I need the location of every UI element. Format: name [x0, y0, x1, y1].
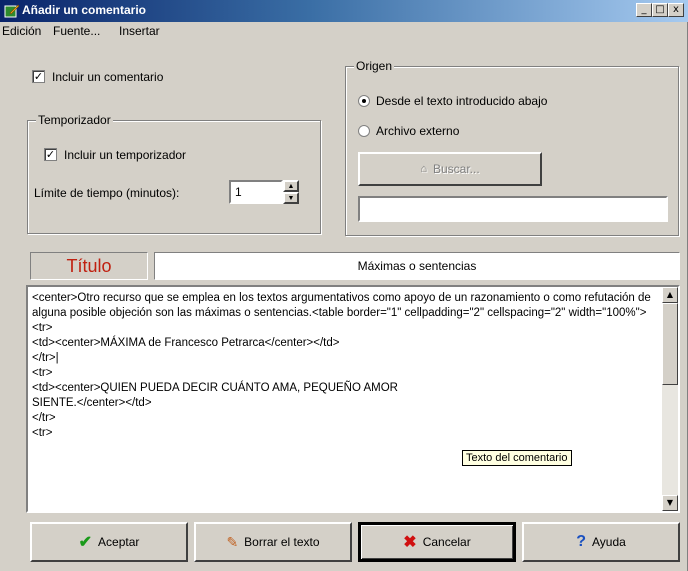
radio-text-source[interactable] — [358, 95, 370, 107]
folder-icon: ⌂ — [420, 163, 427, 175]
cancel-button-label: Cancelar — [422, 535, 471, 549]
radio-text-source-label: Desde el texto introducido abajo — [376, 94, 548, 108]
scroll-thumb[interactable] — [662, 303, 678, 385]
include-comment-label: Incluir un comentario — [52, 70, 164, 84]
close-button[interactable]: x — [668, 3, 684, 17]
scroll-down-arrow-icon[interactable]: ▼ — [662, 495, 678, 511]
timer-group-label: Temporizador — [36, 113, 113, 127]
browse-button[interactable]: ⌂ Buscar... — [358, 152, 542, 186]
include-timer-checkbox[interactable]: ✓ — [44, 148, 57, 161]
file-path-input[interactable] — [358, 196, 668, 222]
title-bar[interactable]: Añadir un comentario _ □ x — [0, 0, 688, 22]
comment-textarea[interactable]: <center>Otro recurso que se emplea en lo… — [26, 285, 680, 513]
eraser-icon: ✎ — [226, 533, 239, 550]
menu-edicion[interactable]: Edición — [2, 24, 41, 38]
include-timer-label: Incluir un temporizador — [64, 148, 187, 162]
clear-text-button-label: Borrar el texto — [244, 535, 320, 549]
checkmark-icon: ✔ — [78, 534, 93, 551]
comment-tooltip: Texto del comentario — [462, 450, 572, 466]
comment-text: <center>Otro recurso que se emplea en lo… — [32, 292, 651, 439]
include-comment-checkbox[interactable]: ✓ — [32, 70, 45, 83]
scroll-up-arrow-icon[interactable]: ▲ — [662, 287, 678, 303]
vertical-scrollbar[interactable]: ▲ ▼ — [662, 287, 678, 511]
origin-group-label: Origen — [354, 59, 395, 73]
radio-file-source[interactable] — [358, 125, 370, 137]
time-limit-spinner[interactable]: 1 — [229, 180, 283, 204]
maximize-button[interactable]: □ — [652, 3, 668, 17]
menu-bar: Edición Fuente... Insertar — [0, 22, 688, 40]
help-button-label: Ayuda — [591, 535, 626, 549]
spinner-down-button[interactable]: ▼ — [283, 192, 299, 204]
spinner-up-button[interactable]: ▲ — [283, 180, 299, 192]
clear-text-button[interactable]: ✎ Borrar el texto — [194, 522, 352, 562]
cross-icon: ✖ — [403, 534, 417, 551]
accept-button[interactable]: ✔ Aceptar — [30, 522, 188, 562]
window-title: Añadir un comentario — [22, 3, 147, 17]
help-button[interactable]: ? Ayuda — [522, 522, 680, 562]
menu-insertar[interactable]: Insertar — [119, 24, 160, 38]
browse-button-label: Buscar... — [432, 162, 480, 176]
title-label: Título — [30, 252, 148, 280]
minimize-button[interactable]: _ — [636, 3, 652, 17]
timer-group: Temporizador — [27, 113, 321, 234]
app-pencil-icon — [4, 4, 20, 18]
time-limit-value: 1 — [235, 185, 242, 199]
radio-file-source-label: Archivo externo — [376, 124, 460, 138]
accept-button-label: Aceptar — [98, 535, 140, 549]
add-comment-dialog: Añadir un comentario _ □ x Edición Fuent… — [0, 0, 688, 571]
cancel-button[interactable]: ✖ Cancelar — [358, 522, 516, 562]
question-icon: ? — [576, 533, 586, 550]
menu-fuente[interactable]: Fuente... — [53, 24, 100, 38]
title-input[interactable]: Máximas o sentencias — [154, 252, 680, 280]
time-limit-label: Límite de tiempo (minutos): — [34, 186, 180, 200]
